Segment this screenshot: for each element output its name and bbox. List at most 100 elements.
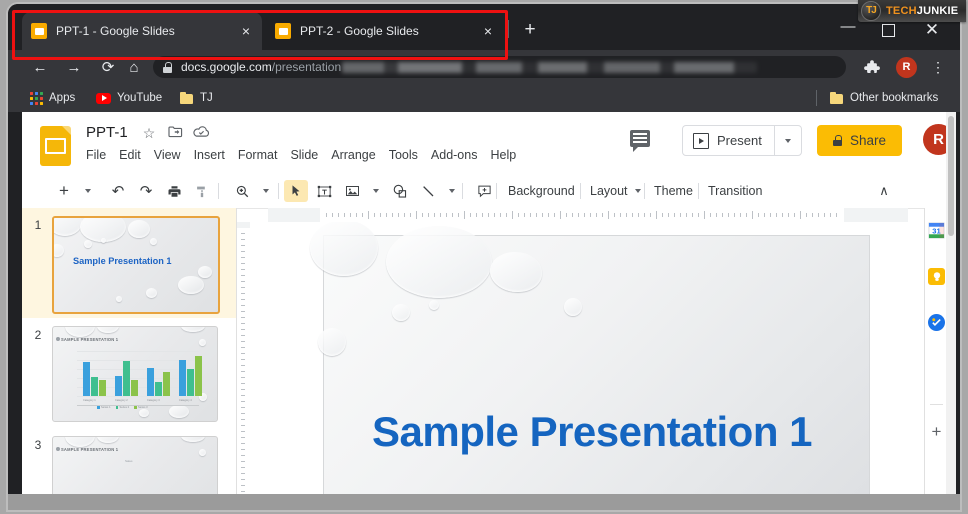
techjunkie-watermark: TJ TECHJUNKIE <box>858 0 966 22</box>
tab-title: PPT-1 - Google Slides <box>56 24 175 38</box>
browser-menu-icon[interactable]: ⋮ <box>930 57 946 77</box>
menu-help[interactable]: Help <box>490 148 516 162</box>
browser-window: PPT-1 - Google Slides × PPT-2 - Google S… <box>8 4 960 510</box>
watermark-text: TECHJUNKIE <box>886 5 958 17</box>
present-button[interactable]: Present <box>682 125 802 156</box>
browser-tab-1[interactable]: PPT-1 - Google Slides × <box>22 12 262 50</box>
paint-format-icon[interactable] <box>190 180 214 202</box>
present-button-body[interactable]: Present <box>683 126 774 155</box>
move-to-folder-icon[interactable] <box>166 124 184 142</box>
slide-thumbnail[interactable]: Sample Presentation 1 <box>52 216 220 314</box>
image-dropdown[interactable] <box>364 180 388 202</box>
transition-button[interactable]: Transition <box>708 180 762 202</box>
toolbar-divider <box>644 183 645 199</box>
filmstrip-slide-1[interactable]: 1 Sample Presentation 1 <box>22 208 236 318</box>
menu-arrange[interactable]: Arrange <box>331 148 375 162</box>
add-app-button[interactable]: + <box>928 423 945 440</box>
redo-button[interactable]: ↷ <box>134 180 158 202</box>
browser-tab-2[interactable]: PPT-2 - Google Slides × <box>266 12 504 50</box>
menu-view[interactable]: View <box>154 148 181 162</box>
bookmark-tj[interactable]: TJ <box>180 89 213 107</box>
profile-avatar[interactable]: R <box>896 57 917 78</box>
folder-icon <box>180 92 194 104</box>
menu-file[interactable]: File <box>86 148 106 162</box>
menu-slide[interactable]: Slide <box>290 148 318 162</box>
slide-canvas[interactable]: Sample Presentation 1 <box>324 236 869 510</box>
back-button[interactable]: ← <box>30 58 50 78</box>
line-icon[interactable] <box>416 180 440 202</box>
tab-close-icon[interactable]: × <box>480 23 496 39</box>
tab-close-icon[interactable]: × <box>238 23 254 39</box>
share-button[interactable]: Share <box>817 125 902 156</box>
chevron-down-icon <box>785 139 791 143</box>
slide-filmstrip[interactable]: 1 Sample Presentation 1 <box>22 208 237 510</box>
cloud-saved-icon[interactable] <box>192 124 210 142</box>
layout-button[interactable]: Layout <box>590 180 628 202</box>
url-text: docs.google.com/presentation <box>181 60 757 74</box>
new-slide-button[interactable]: + <box>52 180 76 202</box>
slides-header: PPT-1 ☆ File Edit View Insert Format Sli… <box>22 112 946 174</box>
thumbnail-title: Sample Presentation 1 <box>73 256 172 266</box>
bookmark-youtube[interactable]: YouTube <box>96 89 162 107</box>
background-button[interactable]: Background <box>508 180 575 202</box>
menu-addons[interactable]: Add-ons <box>431 148 478 162</box>
tasks-icon[interactable] <box>928 314 945 331</box>
menu-insert[interactable]: Insert <box>194 148 225 162</box>
toolbar-divider <box>496 183 497 199</box>
new-slide-dropdown[interactable] <box>76 180 100 202</box>
page-scrollbar[interactable] <box>946 112 956 510</box>
layout-dropdown[interactable] <box>626 180 650 202</box>
slide-canvas-area[interactable]: Sample Presentation 1 <box>250 222 924 510</box>
address-bar[interactable]: docs.google.com/presentation <box>153 56 846 78</box>
zoom-dropdown[interactable] <box>254 180 278 202</box>
present-dropdown-button[interactable] <box>774 126 801 155</box>
chevron-down-icon <box>635 189 641 193</box>
undo-button[interactable]: ↶ <box>106 180 130 202</box>
document-title[interactable]: PPT-1 <box>86 124 128 141</box>
horizontal-ruler[interactable] <box>268 208 908 223</box>
other-bookmarks-label: Other bookmarks <box>850 92 938 104</box>
google-apps-side-panel: 31 + <box>924 208 946 510</box>
line-dropdown[interactable] <box>440 180 464 202</box>
filmstrip-slide-2[interactable]: 2 SAMPLE PRESENTATION 1 <box>22 318 236 428</box>
puzzle-icon[interactable] <box>863 58 881 76</box>
toolbar-divider <box>462 183 463 199</box>
tj-logo-icon: TJ <box>861 1 881 21</box>
vertical-ruler[interactable] <box>236 222 251 510</box>
home-button[interactable]: ⌂ <box>124 58 144 78</box>
menu-edit[interactable]: Edit <box>119 148 141 162</box>
bookmark-apps[interactable]: Apps <box>30 89 75 107</box>
window-minimize-button[interactable]: — <box>836 20 860 40</box>
scrollbar-thumb[interactable] <box>948 116 954 236</box>
star-icon[interactable]: ☆ <box>140 124 158 142</box>
slide-thumbnail[interactable]: SAMPLE PRESENTATION 1 <box>52 326 218 422</box>
thumbnail-title: SAMPLE PRESENTATION 1 <box>61 447 118 452</box>
collapse-toolbar-button[interactable]: ∧ <box>872 180 896 202</box>
lock-icon <box>163 62 172 73</box>
comment-icon[interactable] <box>630 130 650 147</box>
print-icon[interactable] <box>162 180 186 202</box>
slide-title-text[interactable]: Sample Presentation 1 <box>372 408 812 456</box>
slides-icon <box>275 23 291 39</box>
new-tab-button[interactable]: + <box>519 20 541 42</box>
cursor-icon[interactable] <box>284 180 308 202</box>
add-comment-icon[interactable] <box>472 180 496 202</box>
shape-icon[interactable] <box>388 180 412 202</box>
folder-icon <box>830 92 844 104</box>
other-bookmarks-button[interactable]: Other bookmarks <box>830 89 938 107</box>
window-maximize-button[interactable] <box>876 20 900 40</box>
toolbar-divider <box>698 183 699 199</box>
menu-tools[interactable]: Tools <box>389 148 418 162</box>
account-avatar[interactable]: R <box>923 124 946 155</box>
forward-button[interactable]: → <box>64 58 84 78</box>
menu-format[interactable]: Format <box>238 148 278 162</box>
image-icon[interactable] <box>340 180 364 202</box>
zoom-icon[interactable] <box>230 180 254 202</box>
keep-icon[interactable] <box>928 268 945 285</box>
textbox-icon[interactable] <box>312 180 336 202</box>
window-close-button[interactable]: ✕ <box>920 20 944 40</box>
side-panel-divider <box>930 404 943 405</box>
theme-button[interactable]: Theme <box>654 180 693 202</box>
reload-button[interactable]: ⟳ <box>98 58 118 78</box>
calendar-icon[interactable]: 31 <box>928 222 945 239</box>
